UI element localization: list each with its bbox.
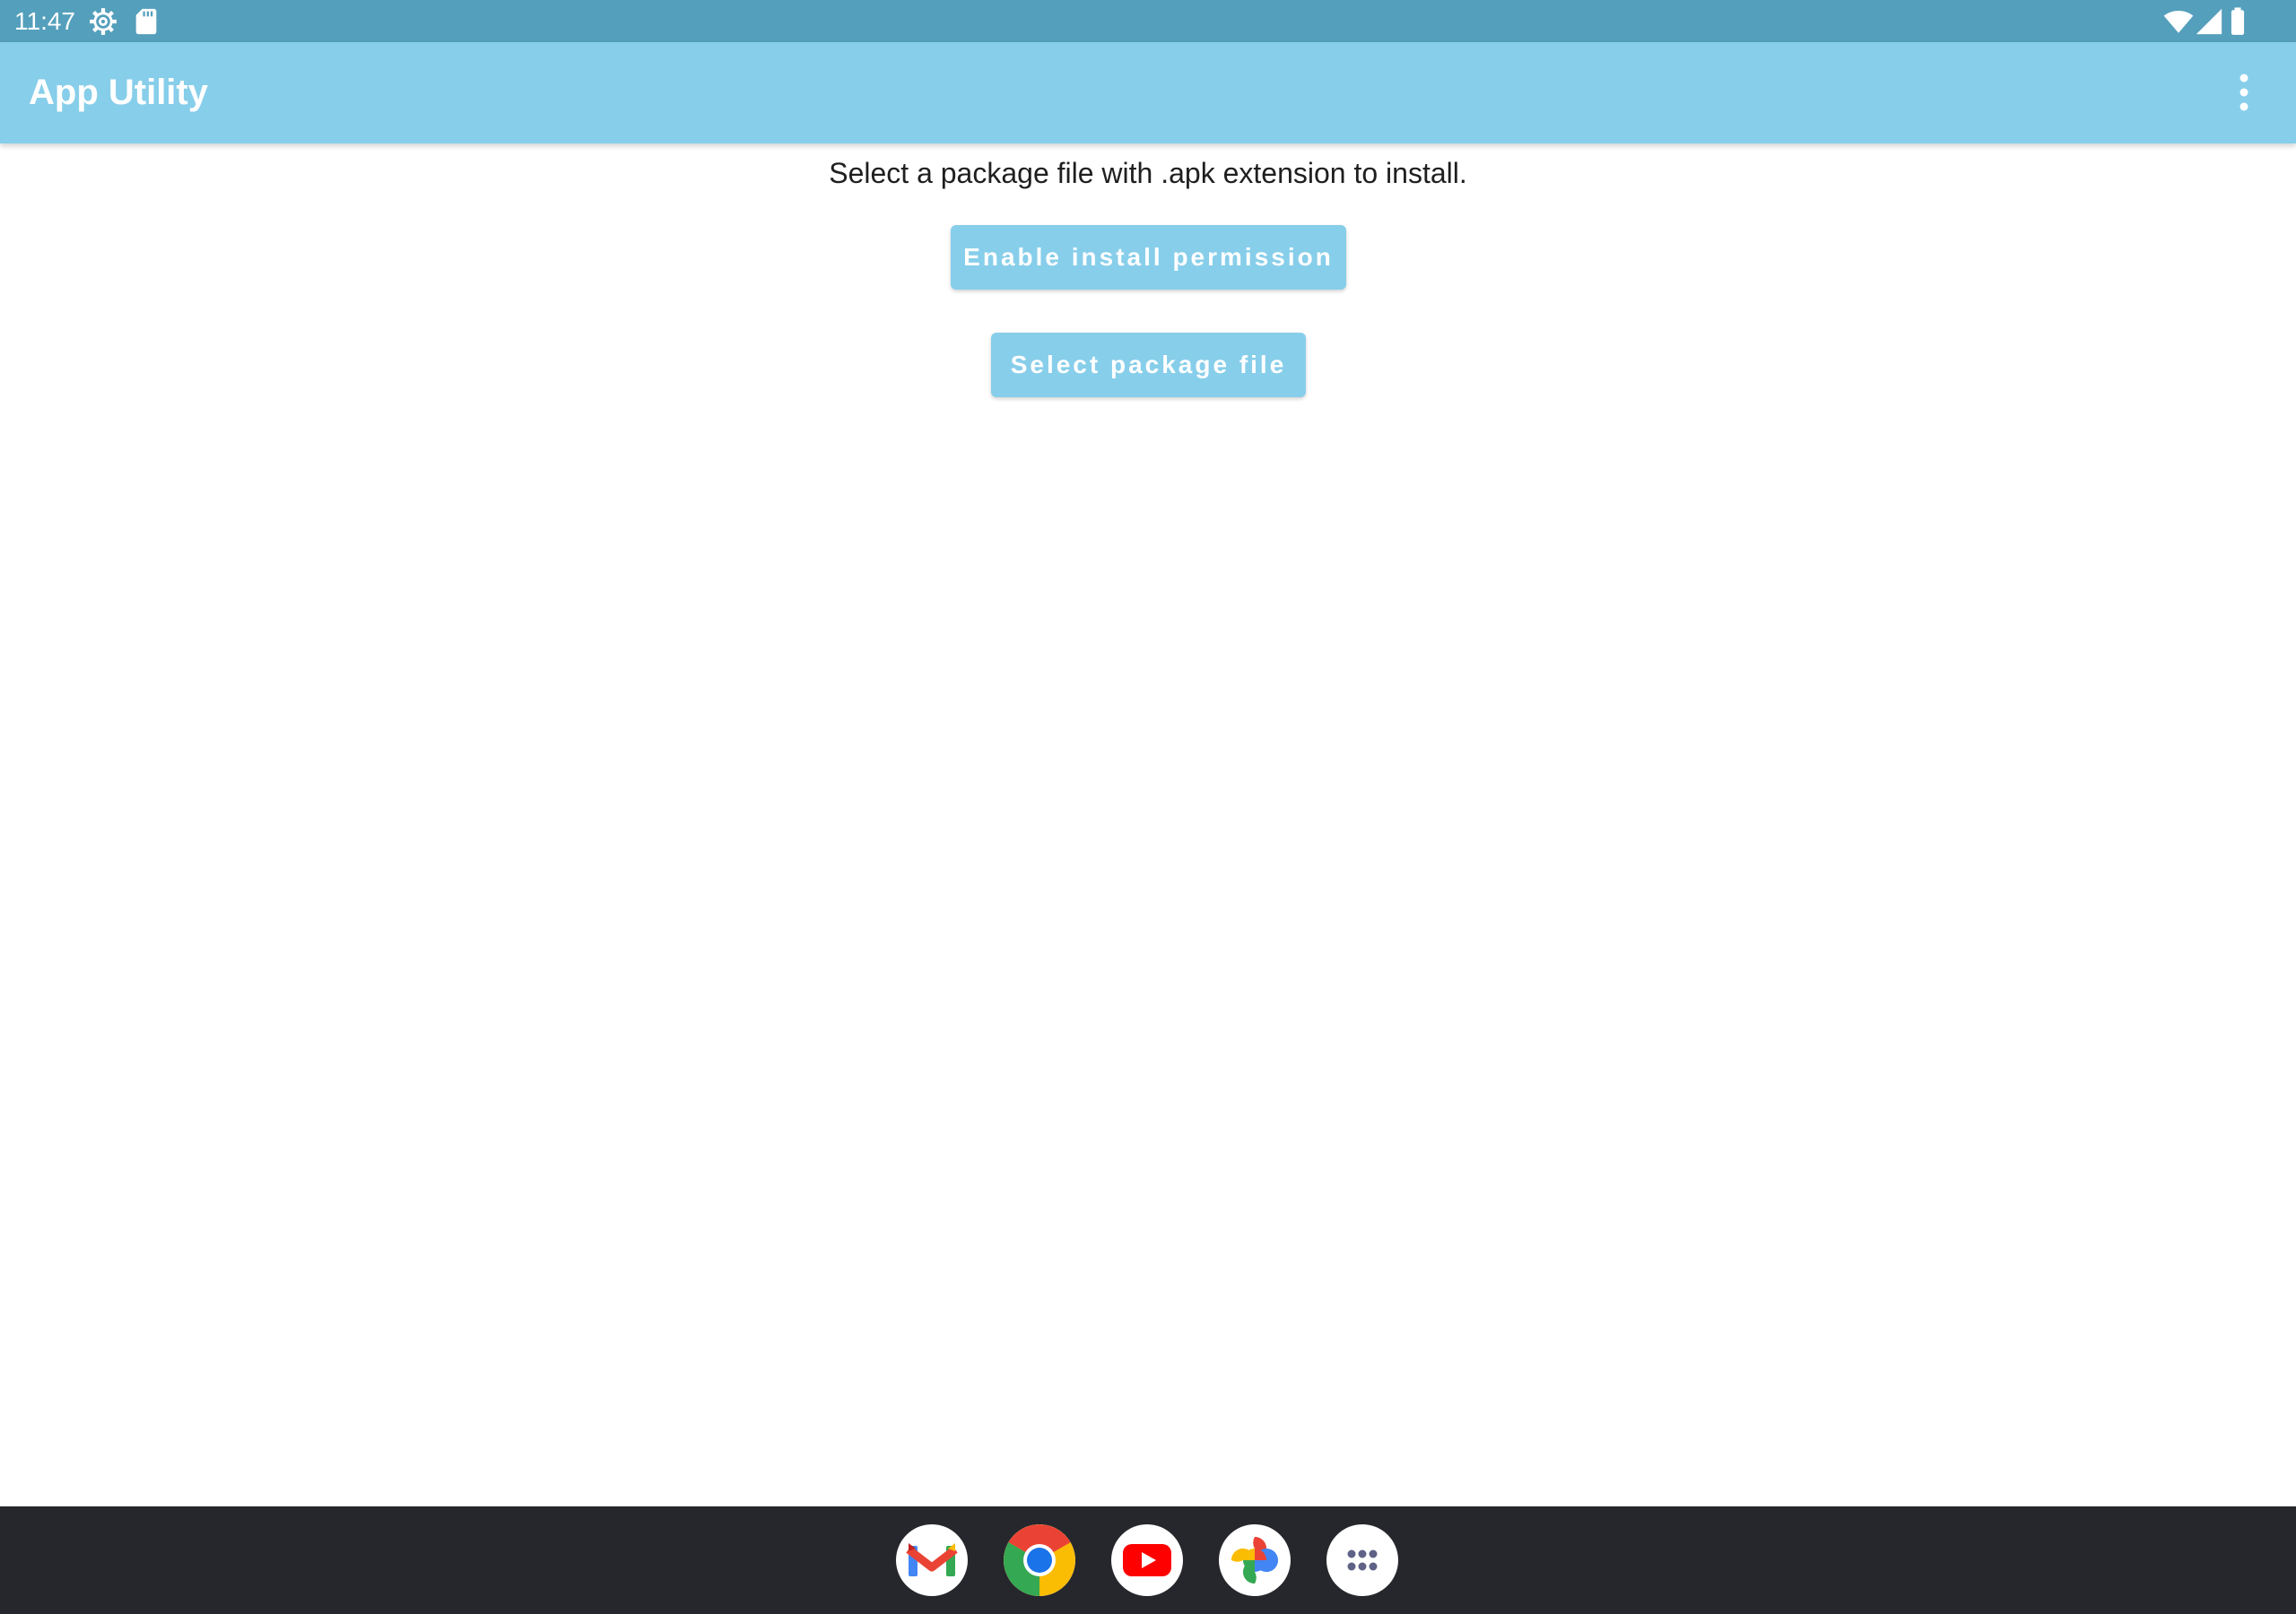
app-bar: App Utility: [0, 42, 2296, 143]
sd-card-icon: [135, 8, 157, 35]
photos-icon[interactable]: [1219, 1524, 1291, 1596]
select-package-file-button[interactable]: Select package file: [991, 333, 1306, 397]
screen: 11:47 App Utility Select a package file …: [0, 0, 2296, 1614]
more-vert-icon[interactable]: [2224, 67, 2264, 117]
app-drawer-icon[interactable]: [1326, 1524, 1398, 1596]
cell-signal-icon: [2196, 8, 2222, 35]
status-time: 11:47: [14, 7, 75, 35]
enable-install-permission-button[interactable]: Enable install permission: [951, 225, 1346, 290]
gmail-icon[interactable]: [896, 1524, 968, 1596]
taskbar: [0, 1506, 2296, 1614]
status-bar: 11:47: [0, 0, 2296, 42]
youtube-icon[interactable]: [1111, 1524, 1183, 1596]
instruction-text: Select a package file with .apk extensio…: [829, 157, 1467, 189]
settings-gear-icon: [90, 8, 117, 35]
main-content: Select a package file with .apk extensio…: [0, 143, 2296, 1506]
chrome-icon[interactable]: [1004, 1524, 1075, 1596]
wifi-icon: [2163, 10, 2194, 33]
app-title: App Utility: [29, 73, 208, 112]
battery-icon: [2231, 7, 2245, 35]
